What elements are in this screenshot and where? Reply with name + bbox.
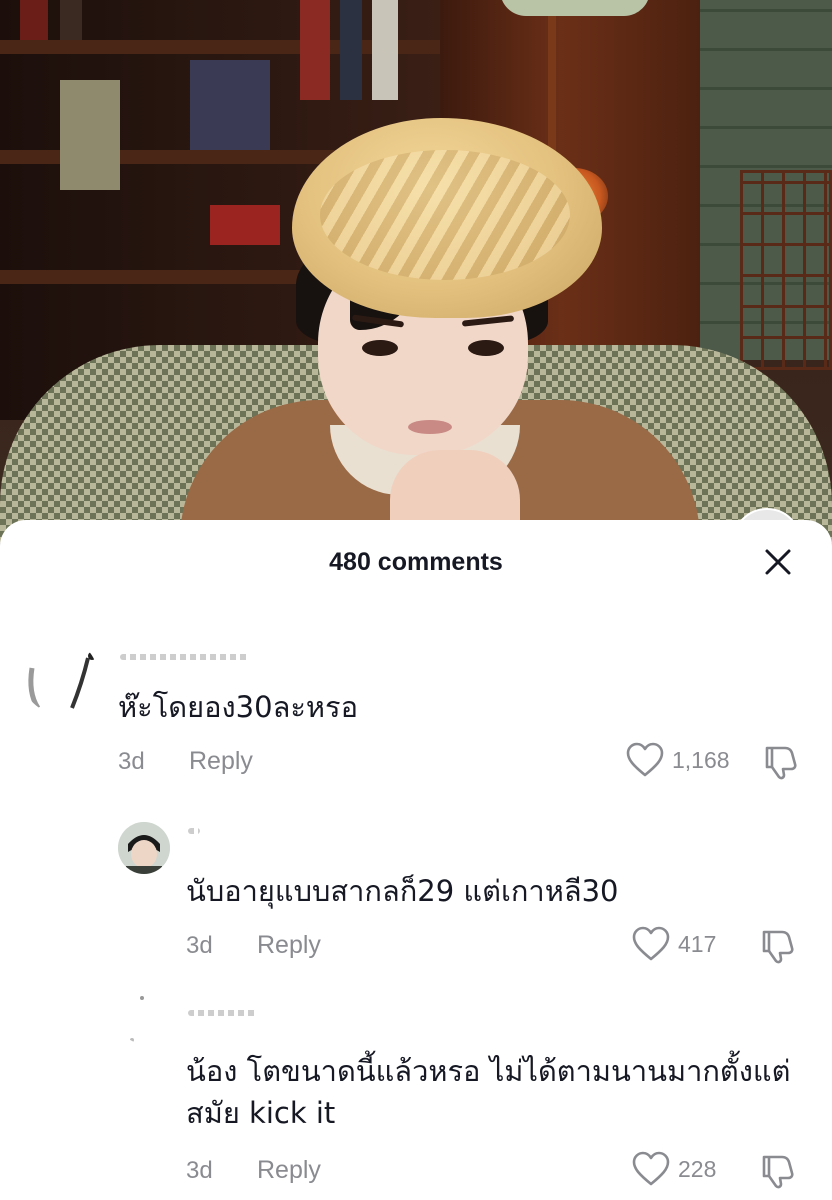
reply-item: น้อง โตขนาดนี้แล้วหรอ ไม่ได้ตามนานมากตั้… — [0, 520, 832, 1200]
comment-age: 3d — [186, 1157, 213, 1184]
chair-back — [740, 170, 832, 370]
eye — [362, 340, 398, 356]
lips — [408, 420, 452, 434]
like-count: 228 — [678, 1155, 717, 1182]
book — [60, 0, 82, 40]
book — [340, 0, 362, 100]
comments-sheet: 480 comments ห๊ะโดยอง30ละหรอ 3d Reply 1,… — [0, 520, 832, 1200]
username-blurred[interactable] — [188, 1008, 258, 1018]
thumbs-down-icon[interactable] — [760, 1153, 796, 1189]
heart-outline-icon — [632, 1151, 670, 1186]
like-button[interactable]: 228 — [632, 1151, 716, 1187]
beret-texture — [320, 150, 570, 280]
book — [372, 0, 398, 100]
book — [210, 205, 280, 245]
reply-button[interactable]: Reply — [257, 1156, 321, 1185]
eye — [468, 340, 504, 356]
lamp-shade — [500, 0, 650, 16]
book — [300, 0, 330, 100]
avatar[interactable] — [118, 992, 170, 1044]
comment-text: น้อง โตขนาดนี้แล้วหรอ ไม่ได้ตามนานมากตั้… — [186, 1054, 791, 1130]
book — [20, 0, 48, 40]
book — [190, 60, 270, 150]
video-frame[interactable] — [0, 0, 832, 560]
book — [60, 80, 120, 190]
